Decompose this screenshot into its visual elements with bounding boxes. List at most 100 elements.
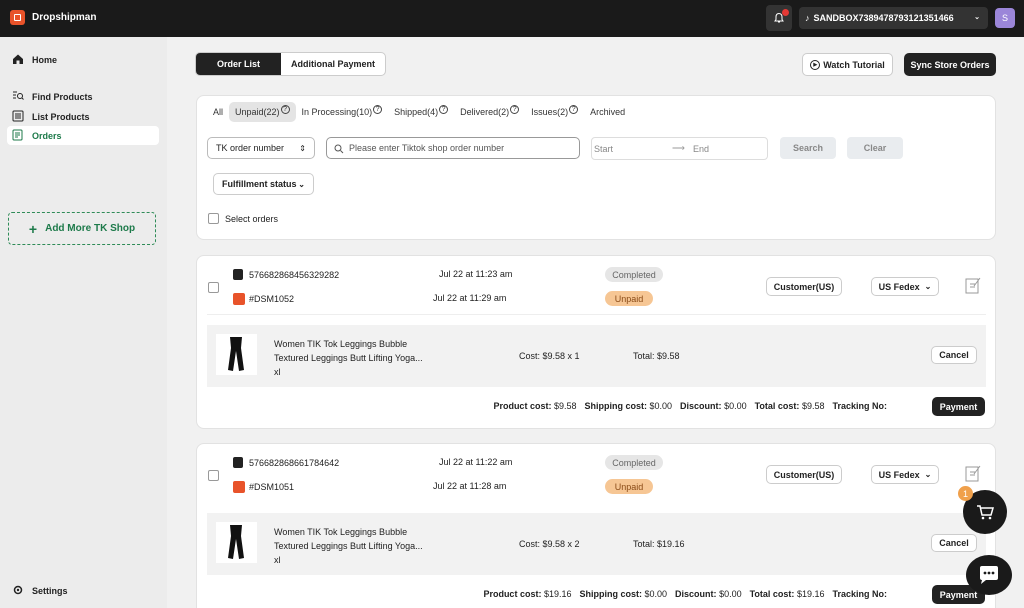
tab-label: Issues(2) [531,107,569,117]
product-cost-value: $19.16 [543,589,572,599]
shipping-cost-value: $0.00 [644,589,668,599]
shipping-method-label: US Fedex [878,281,920,292]
watch-tutorial-button[interactable]: ▶ Watch Tutorial [802,53,893,76]
sidebar-item-find-products[interactable]: Find Products [7,87,159,106]
dsm-order-date: Jul 22 at 11:28 am [433,481,507,491]
discount-label: Discount: [680,401,722,411]
help-icon[interactable]: ? [439,104,449,114]
chevron-down-icon: ⌄ [298,179,305,189]
app-logo-icon [10,10,25,25]
add-shop-button[interactable]: + Add More TK Shop [8,212,156,245]
sidebar-item-settings[interactable]: Settings [7,581,159,600]
product-title-line-1[interactable]: Women TIK Tok Leggings Bubble [274,525,423,539]
payment-button[interactable]: Payment [932,397,985,416]
order-card: 576682868661784642 Jul 22 at 11:22 am #D… [196,443,996,608]
shipping-method-select[interactable]: US Fedex ⌄ [871,465,939,484]
customer-button[interactable]: Customer(US) [766,277,842,296]
list-icon [12,110,24,122]
store-selector[interactable]: ♪ SANDBOX7389478793121351466 ⌄ [799,7,988,29]
select-orders-label: Select orders [225,213,279,224]
edit-note-icon[interactable] [965,276,981,294]
select-all-checkbox[interactable] [208,213,219,224]
dsm-order-number[interactable]: #DSM1052 [249,294,294,304]
product-variant: xl [274,555,281,565]
help-icon[interactable]: ? [373,104,383,114]
sidebar-item-list-products[interactable]: List Products [7,107,159,126]
view-tabs: Order List Additional Payment [195,52,387,76]
product-cost-value: $9.58 [553,401,577,411]
dsm-order-number[interactable]: #DSM1051 [249,482,294,492]
fulfillment-status-select[interactable]: Fulfillment status ⌄ [213,173,314,195]
tab-additional-payment[interactable]: Additional Payment [281,53,385,75]
customer-button[interactable]: Customer(US) [766,465,842,484]
date-start[interactable]: Start [594,144,613,154]
payment-status-badge: Unpaid [605,291,653,306]
add-shop-label: Add More TK Shop [45,223,136,234]
cancel-button[interactable]: Cancel [931,534,977,552]
shipping-method-select[interactable]: US Fedex ⌄ [871,277,939,296]
sidebar-item-orders[interactable]: Orders [7,126,159,145]
status-badge: Completed [605,455,663,470]
date-end[interactable]: End [693,144,709,154]
tab-label: In Processing(10) [301,107,373,117]
tab-delivered[interactable]: Delivered(2)? [454,102,525,122]
leggings-image [228,525,244,559]
sidebar-item-home[interactable]: Home [7,50,159,69]
sync-orders-button[interactable]: Sync Store Orders [904,53,996,76]
clear-button[interactable]: Clear [847,137,903,159]
product-thumbnail[interactable] [216,334,257,375]
tab-issues[interactable]: Issues(2)? [525,102,584,122]
search-type-select[interactable]: TK order number ⇕ [207,137,315,159]
tk-order-number[interactable]: 576682868661784642 [249,458,339,468]
select-orders-row: Select orders [208,213,278,224]
product-title-line-2[interactable]: Textured Leggings Butt Lifting Yoga... [274,539,423,553]
chat-button[interactable] [966,555,1012,595]
leggings-image [228,337,244,371]
order-card: 576682868456329282 Jul 22 at 11:23 am #D… [196,255,996,429]
item-total: Total: $9.58 [633,351,680,361]
tk-order-date: Jul 22 at 11:22 am [439,457,513,467]
notification-button[interactable] [766,5,792,31]
order-search-input[interactable]: Please enter Tiktok shop order number [326,137,580,159]
help-icon[interactable]: ? [569,104,579,114]
shipping-cost-label: Shipping cost: [579,589,643,599]
tab-shipped[interactable]: Shipped(4)? [388,102,454,122]
product-title-line-2[interactable]: Textured Leggings Butt Lifting Yoga... [274,351,423,365]
help-icon[interactable]: ? [510,104,520,114]
item-cost: Cost: $9.58 x 2 [519,539,580,549]
tab-all[interactable]: All [207,102,229,122]
sidebar-item-label: Settings [32,585,68,596]
search-type-value: TK order number [216,143,285,153]
order-checkbox[interactable] [208,470,219,481]
gear-icon [13,585,23,595]
tab-label: Archived [590,107,626,117]
tk-order-row: 576682868661784642 [233,457,339,468]
product-title-line-1[interactable]: Women TIK Tok Leggings Bubble [274,337,423,351]
main-content: Order List Additional Payment ▶ Watch Tu… [167,37,1024,608]
total-cost-label: Total cost: [749,589,795,599]
tk-order-number[interactable]: 576682868456329282 [249,270,339,280]
date-range-picker[interactable]: Start ⟶ End [591,137,768,160]
divider [207,314,986,315]
chevron-down-icon: ⌄ [974,14,980,21]
cancel-button[interactable]: Cancel [931,346,977,364]
tab-order-list[interactable]: Order List [196,53,282,75]
chevron-down-icon: ⌄ [924,470,932,479]
product-thumbnail[interactable] [216,522,257,563]
edit-note-icon[interactable] [965,464,981,482]
top-bar: Dropshipman ♪ SANDBOX7389478793121351466… [0,0,1024,37]
shipping-cost-label: Shipping cost: [584,401,648,411]
tab-unpaid[interactable]: Unpaid(22)? [229,102,296,122]
item-cost: Cost: $9.58 x 1 [519,351,580,361]
avatar[interactable]: S [995,8,1015,28]
order-checkbox[interactable] [208,282,219,293]
tab-in-processing[interactable]: In Processing(10)? [296,102,389,122]
search-list-icon [13,91,24,100]
product-info: Women TIK Tok Leggings Bubble Textured L… [274,525,423,567]
tab-label: All [213,107,224,117]
tab-archived[interactable]: Archived [584,102,631,122]
help-icon[interactable]: ? [280,104,290,114]
search-button[interactable]: Search [780,137,836,159]
item-total: Total: $19.16 [633,539,685,549]
search-placeholder: Please enter Tiktok shop order number [349,143,505,153]
